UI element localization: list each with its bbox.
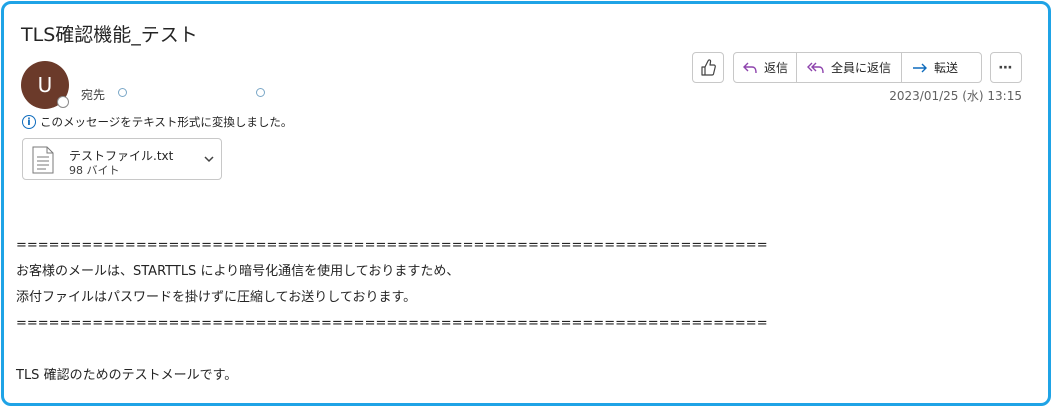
body-line: TLS 確認のためのテストメールです。 xyxy=(16,368,238,383)
info-banner: i このメッセージをテキスト形式に変換しました。 xyxy=(22,114,292,130)
reply-all-icon xyxy=(807,62,824,73)
forward-label: 転送 xyxy=(934,61,959,75)
text-file-icon xyxy=(32,146,54,174)
message-date: 2023/01/25 (水) 13:15 xyxy=(889,89,1022,103)
like-button[interactable] xyxy=(692,52,724,83)
forward-arrow-icon xyxy=(913,63,928,72)
reply-actions-group: 返信 全員に返信 転送 xyxy=(733,52,982,83)
thumbs-up-icon xyxy=(701,59,716,76)
message-subject: TLS確認機能_テスト xyxy=(21,24,198,46)
reply-all-button[interactable]: 全員に返信 xyxy=(796,53,901,82)
reply-all-label: 全員に返信 xyxy=(831,61,892,75)
presence-status-icon xyxy=(57,96,69,108)
body-line: 添付ファイルはパスワードを掛けずに圧縮してお送りしております。 xyxy=(16,290,417,305)
avatar-initial: U xyxy=(37,73,53,97)
forward-button[interactable]: 転送 xyxy=(901,53,968,82)
to-label: 宛先 xyxy=(81,88,106,102)
attachment-size: 98 バイト xyxy=(69,164,120,177)
body-line: お客様のメールは、STARTTLS により暗号化通信を使用しておりますため、 xyxy=(16,264,460,279)
reply-label: 返信 xyxy=(764,61,789,75)
message-body: ========================================… xyxy=(16,233,768,389)
info-icon: i xyxy=(22,115,36,129)
info-banner-text: このメッセージをテキスト形式に変換しました。 xyxy=(40,115,293,129)
attachment-card[interactable]: テストファイル.txt 98 バイト xyxy=(22,138,222,180)
chevron-down-icon[interactable] xyxy=(203,153,215,165)
recipient-chip[interactable] xyxy=(118,88,127,97)
reply-icon xyxy=(743,62,757,73)
recipient-chip[interactable] xyxy=(256,88,265,97)
more-icon: ⋯ xyxy=(998,59,1014,76)
body-rule: ========================================… xyxy=(16,238,768,253)
reply-button[interactable]: 返信 xyxy=(734,53,796,82)
body-rule: ========================================… xyxy=(16,316,768,331)
more-actions-button[interactable]: ⋯ xyxy=(990,52,1022,83)
